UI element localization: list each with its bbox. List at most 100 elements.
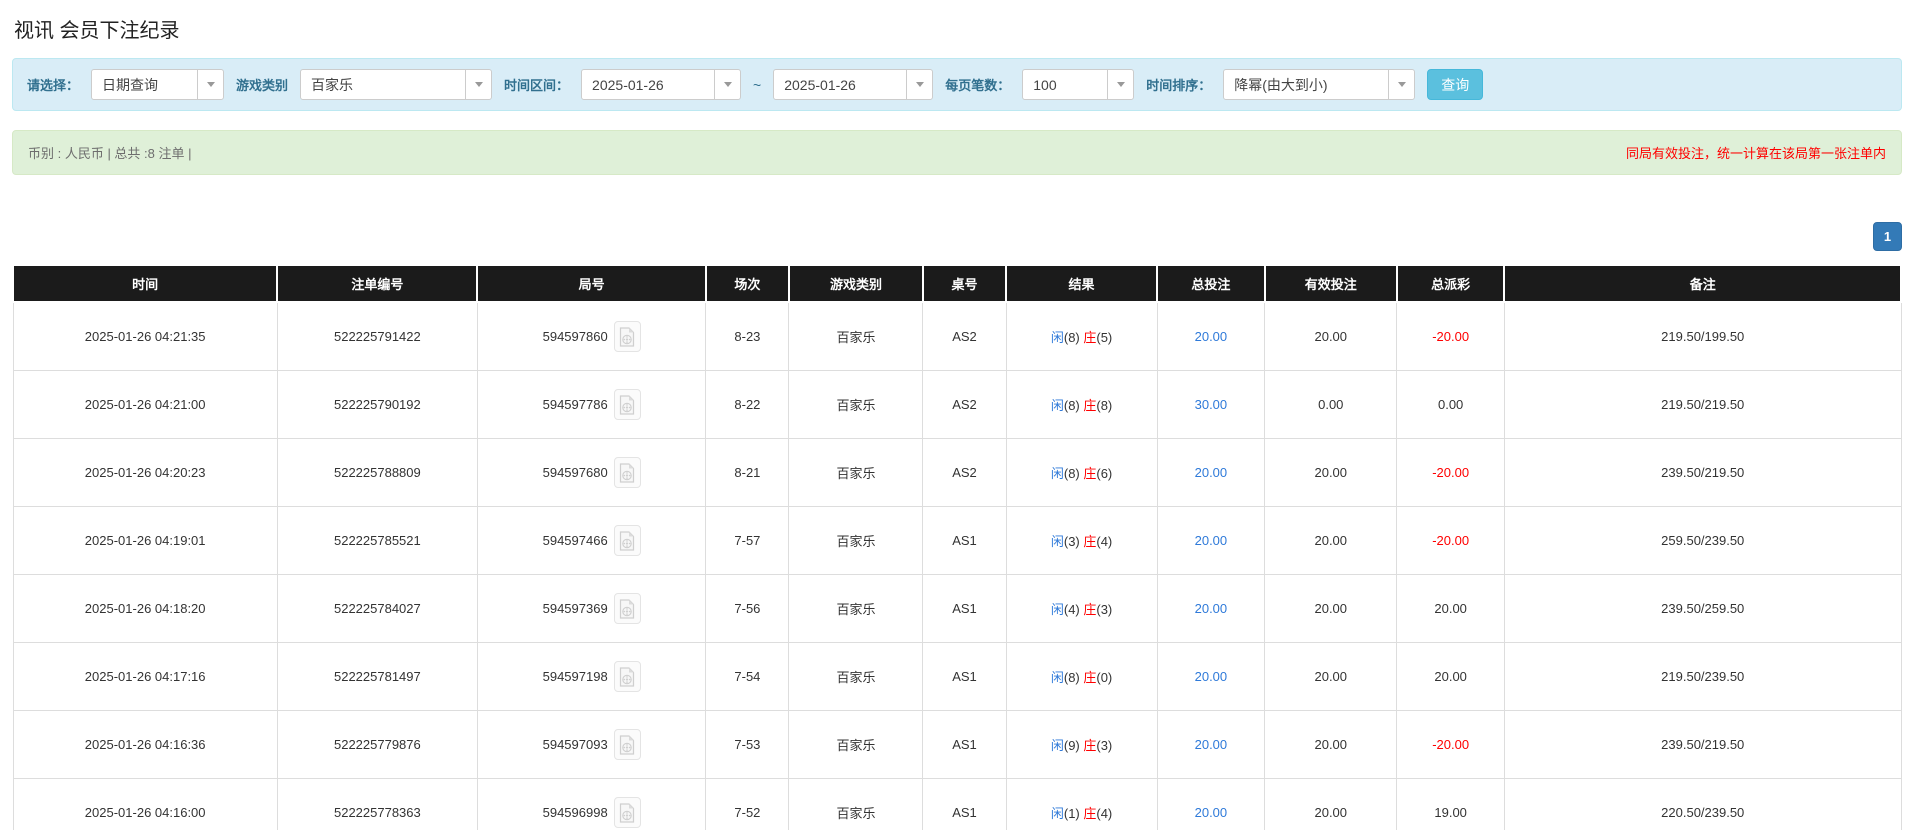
cell-result: 闲(8) 庄(5) (1006, 302, 1157, 371)
cell-total-bet[interactable]: 30.00 (1157, 371, 1265, 439)
cell-result: 闲(3) 庄(4) (1006, 507, 1157, 575)
cell-result: 闲(8) 庄(0) (1006, 643, 1157, 711)
table-row: 2025-01-26 04:16:00522225778363594596998… (13, 779, 1901, 830)
cell-total-bet[interactable]: 20.00 (1157, 439, 1265, 507)
chevron-down-icon[interactable] (714, 70, 740, 99)
cell-game-type: 百家乐 (789, 302, 923, 371)
cell-bet-id: 522225791422 (277, 302, 477, 371)
result-player-label: 闲 (1051, 670, 1064, 685)
cell-session: 7-54 (706, 643, 789, 711)
result-player-label: 闲 (1051, 330, 1064, 345)
round-id-wrap: 594597093 (484, 729, 699, 760)
round-id-text: 594597860 (543, 329, 608, 344)
cell-total-bet[interactable]: 20.00 (1157, 507, 1265, 575)
table-row: 2025-01-26 04:21:35522225791422594597860… (13, 302, 1901, 371)
video-replay-button[interactable] (614, 321, 641, 352)
cell-game-type: 百家乐 (789, 643, 923, 711)
cell-game-type: 百家乐 (789, 779, 923, 830)
round-id-text: 594597369 (543, 601, 608, 616)
cell-round-id: 594597786 (477, 371, 705, 439)
round-id-wrap: 594597680 (484, 457, 699, 488)
result-player-value: (8) (1064, 466, 1084, 481)
cell-bet-id: 522225788809 (277, 439, 477, 507)
cell-round-id: 594597198 (477, 643, 705, 711)
video-replay-button[interactable] (614, 729, 641, 760)
cell-bet-id: 522225781497 (277, 643, 477, 711)
summary-notice-text: 同局有效投注，统一计算在该局第一张注单内 (1626, 143, 1886, 162)
cell-table-no: AS2 (923, 302, 1006, 371)
time-sort-value: 降幂(由大到小) (1224, 70, 1388, 99)
video-file-icon (619, 735, 635, 755)
result-player-value: (9) (1064, 738, 1084, 753)
cell-session: 7-56 (706, 575, 789, 643)
cell-total-bet[interactable]: 20.00 (1157, 575, 1265, 643)
game-type-label: 游戏类别 (236, 75, 288, 94)
chevron-down-icon[interactable] (197, 70, 223, 99)
cell-valid-bet: 20.00 (1265, 711, 1397, 779)
chevron-down-icon[interactable] (1388, 70, 1414, 99)
video-replay-button[interactable] (614, 661, 641, 692)
video-file-icon (619, 803, 635, 823)
table-row: 2025-01-26 04:16:36522225779876594597093… (13, 711, 1901, 779)
cell-game-type: 百家乐 (789, 439, 923, 507)
cell-remark: 219.50/199.50 (1504, 302, 1901, 371)
cell-remark: 239.50/219.50 (1504, 711, 1901, 779)
round-id-text: 594597680 (543, 465, 608, 480)
query-type-value: 日期查询 (92, 70, 197, 99)
cell-table-no: AS1 (923, 643, 1006, 711)
page-size-select[interactable]: 100 (1022, 69, 1134, 100)
result-player-label: 闲 (1051, 466, 1064, 481)
round-id-text: 594596998 (543, 805, 608, 820)
page-1-button[interactable]: 1 (1873, 222, 1902, 251)
cell-valid-bet: 20.00 (1265, 507, 1397, 575)
cell-round-id: 594597680 (477, 439, 705, 507)
cell-game-type: 百家乐 (789, 371, 923, 439)
cell-game-type: 百家乐 (789, 507, 923, 575)
game-type-select[interactable]: 百家乐 (300, 69, 492, 100)
cell-bet-id: 522225779876 (277, 711, 477, 779)
video-replay-button[interactable] (614, 593, 641, 624)
cell-table-no: AS1 (923, 779, 1006, 830)
time-sort-select[interactable]: 降幂(由大到小) (1223, 69, 1415, 100)
video-replay-button[interactable] (614, 389, 641, 420)
result-banker-label: 庄 (1083, 398, 1096, 413)
search-button[interactable]: 查询 (1427, 69, 1483, 100)
video-replay-button[interactable] (614, 797, 641, 828)
cell-valid-bet: 0.00 (1265, 371, 1397, 439)
cell-total-bet[interactable]: 20.00 (1157, 711, 1265, 779)
cell-result: 闲(8) 庄(6) (1006, 439, 1157, 507)
chevron-down-icon[interactable] (465, 70, 491, 99)
round-id-text: 594597786 (543, 397, 608, 412)
cell-total-bet[interactable]: 20.00 (1157, 643, 1265, 711)
cell-total-bet[interactable]: 20.00 (1157, 302, 1265, 371)
page-title: 视讯 会员下注纪录 (14, 14, 1902, 43)
video-file-icon (619, 667, 635, 687)
column-header: 场次 (706, 265, 789, 302)
result-player-value: (3) (1064, 534, 1084, 549)
cell-result: 闲(4) 庄(3) (1006, 575, 1157, 643)
video-replay-button[interactable] (614, 457, 641, 488)
date-from-select[interactable]: 2025-01-26 (581, 69, 741, 100)
cell-time: 2025-01-26 04:20:23 (13, 439, 277, 507)
date-to-select[interactable]: 2025-01-26 (773, 69, 933, 100)
cell-payout: 20.00 (1397, 575, 1505, 643)
cell-remark: 219.50/239.50 (1504, 643, 1901, 711)
cell-session: 8-22 (706, 371, 789, 439)
result-player-label: 闲 (1051, 534, 1064, 549)
cell-total-bet[interactable]: 20.00 (1157, 779, 1265, 830)
cell-bet-id: 522225790192 (277, 371, 477, 439)
page-size-label: 每页笔数： (945, 75, 1010, 94)
result-banker-label: 庄 (1083, 534, 1096, 549)
page-size-value: 100 (1023, 70, 1107, 99)
chevron-down-icon[interactable] (1107, 70, 1133, 99)
cell-payout: 20.00 (1397, 643, 1505, 711)
video-replay-button[interactable] (614, 525, 641, 556)
cell-time: 2025-01-26 04:16:00 (13, 779, 277, 830)
cell-session: 7-52 (706, 779, 789, 830)
pagination-top: 1 (12, 222, 1902, 251)
query-type-select[interactable]: 日期查询 (91, 69, 224, 100)
page: 视讯 会员下注纪录 请选择： 日期查询 游戏类别 百家乐 时间区间： 2025-… (0, 0, 1914, 830)
result-player-value: (8) (1064, 398, 1084, 413)
table-row: 2025-01-26 04:18:20522225784027594597369… (13, 575, 1901, 643)
chevron-down-icon[interactable] (906, 70, 932, 99)
